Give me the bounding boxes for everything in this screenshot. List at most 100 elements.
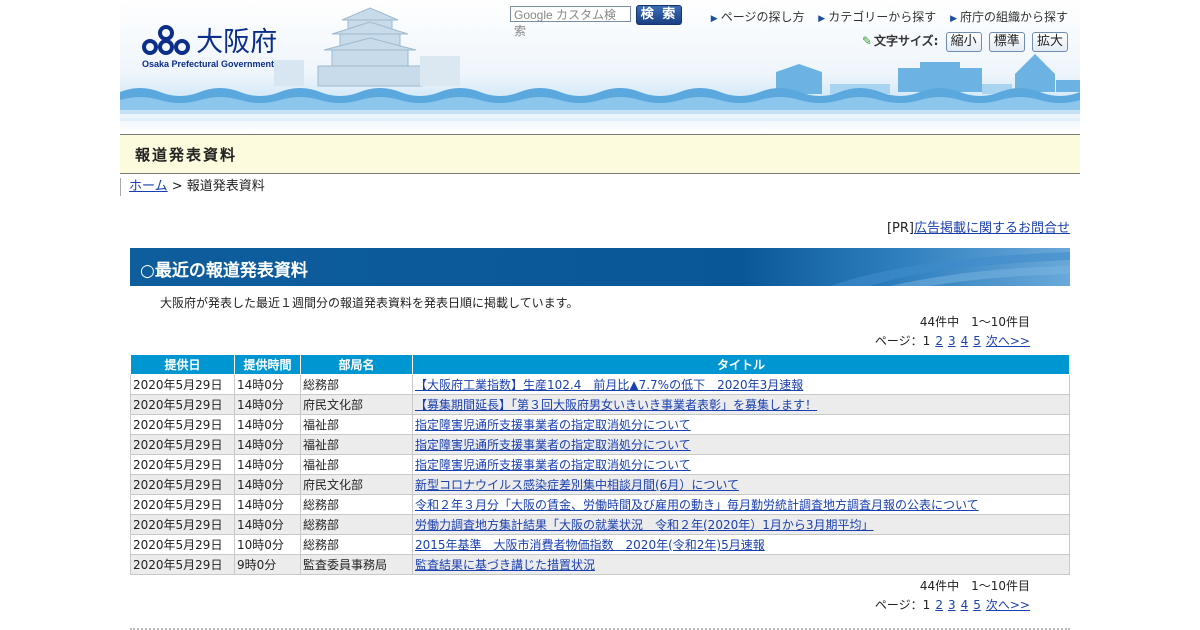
table-row: 2020年5月29日 14時0分 府民文化部 【募集期間延長】「第３回大阪府男女いきい… bbox=[130, 394, 1070, 415]
cell-time: 14時0分 bbox=[234, 414, 301, 435]
pager-next[interactable]: 次へ>> bbox=[986, 598, 1030, 612]
search-button[interactable]: 検 索 bbox=[636, 5, 682, 25]
pr-line: [PR]広告掲載に関するお問合せ bbox=[120, 217, 1080, 236]
section-description: 大阪府が発表した最近１週間分の報道発表資料を発表日順に掲載しています。 bbox=[160, 296, 579, 310]
pager-page-4[interactable]: 4 bbox=[961, 334, 969, 348]
breadcrumb-separator: > bbox=[167, 179, 187, 194]
font-size-standard-button[interactable]: 標準 bbox=[988, 32, 1025, 52]
cell-department: 総務部 bbox=[300, 494, 413, 515]
site-header: 大阪府 Osaka Prefectural Government Google … bbox=[120, 0, 1080, 134]
nav-organization[interactable]: ▶ 府庁の組織から探す bbox=[950, 10, 1068, 24]
cell-time: 14時0分 bbox=[234, 454, 301, 475]
release-title-link[interactable]: 新型コロナウイルス感染症差別集中相談月間(6月）について bbox=[415, 478, 739, 492]
column-header-title: タイトル bbox=[412, 354, 1070, 375]
table-row: 2020年5月29日 14時0分 福祉部 指定障害児通所支援事業者の指定取消処分につい… bbox=[130, 454, 1070, 475]
cell-date: 2020年5月29日 bbox=[130, 494, 235, 515]
cell-department: 福祉部 bbox=[300, 414, 413, 435]
cell-department: 府民文化部 bbox=[300, 394, 413, 415]
table-row: 2020年5月29日 10時0分 総務部 2015年基準 大阪市消費者物価指数 202… bbox=[130, 534, 1070, 555]
osaka-prefecture-emblem-icon bbox=[142, 24, 190, 55]
pager-page-2[interactable]: 2 bbox=[935, 598, 943, 612]
pager-label: ページ：1 bbox=[874, 334, 931, 348]
search-input[interactable]: Google カスタム検索 bbox=[510, 6, 631, 38]
ad-inquiry-link[interactable]: 広告掲載に関するお問合せ bbox=[914, 221, 1070, 236]
cell-department: 総務部 bbox=[300, 374, 413, 395]
cell-department: 府民文化部 bbox=[300, 474, 413, 495]
cell-date: 2020年5月29日 bbox=[130, 514, 235, 535]
release-title-link[interactable]: 指定障害児通所支援事業者の指定取消処分について bbox=[415, 418, 691, 432]
cell-date: 2020年5月29日 bbox=[130, 414, 235, 435]
nav-category[interactable]: ▶ カテゴリーから探す bbox=[818, 10, 936, 24]
leaf-icon: ✎ bbox=[861, 34, 872, 48]
font-size-smaller-button[interactable]: 縮小 bbox=[945, 32, 982, 52]
pager-page-4[interactable]: 4 bbox=[961, 598, 969, 612]
table-row: 2020年5月29日 14時0分 府民文化部 新型コロナウイルス感染症差別集中相談月間… bbox=[130, 474, 1070, 495]
font-size-control: ✎ 文字サイズ: 縮小 標準 拡大 bbox=[862, 32, 1068, 52]
font-size-label: 文字サイズ: bbox=[873, 34, 939, 48]
release-title-link[interactable]: 令和２年３月分「大阪の賃金、労働時間及び雇用の動き」毎月勤労統計調査地方調査月報… bbox=[415, 498, 979, 512]
pager-page-3[interactable]: 3 bbox=[948, 334, 956, 348]
breadcrumb: ホーム > 報道発表資料 bbox=[120, 178, 1080, 196]
cell-time: 9時0分 bbox=[234, 554, 301, 575]
section-header: ○最近の報道発表資料 bbox=[130, 248, 1070, 286]
cell-time: 14時0分 bbox=[234, 394, 301, 415]
pager-next[interactable]: 次へ>> bbox=[986, 334, 1030, 348]
cell-time: 14時0分 bbox=[234, 494, 301, 515]
cell-time: 14時0分 bbox=[234, 514, 301, 535]
page: 大阪府 Osaka Prefectural Government Google … bbox=[120, 0, 1080, 630]
result-count-bottom: 44件中 1～10件目 bbox=[919, 579, 1030, 593]
breadcrumb-current: 報道発表資料 bbox=[186, 179, 265, 194]
column-header-time: 提供時間 bbox=[234, 354, 301, 375]
cell-time: 14時0分 bbox=[234, 434, 301, 455]
font-size-larger-button[interactable]: 拡大 bbox=[1031, 32, 1068, 52]
cell-time: 10時0分 bbox=[234, 534, 301, 555]
section-title: ○最近の報道発表資料 bbox=[140, 261, 308, 281]
release-title-link[interactable]: 【大阪府工業指数】生産102.4 前月比▲7.7%の低下 2020年3月速報 bbox=[415, 378, 803, 392]
cell-time: 14時0分 bbox=[234, 374, 301, 395]
pager-top: ページ：1 2 3 4 5 次へ>> bbox=[120, 332, 1080, 351]
pager-page-2[interactable]: 2 bbox=[935, 334, 943, 348]
cell-time: 14時0分 bbox=[234, 474, 301, 495]
osaka-logo[interactable]: 大阪府 bbox=[142, 20, 277, 59]
nav-page-guide[interactable]: ▶ ページの探し方 bbox=[711, 10, 805, 24]
pr-prefix: [PR] bbox=[886, 221, 914, 236]
page-title: 報道発表資料 bbox=[135, 146, 238, 164]
cell-department: 福祉部 bbox=[300, 454, 413, 475]
release-title-link[interactable]: 指定障害児通所支援事業者の指定取消処分について bbox=[415, 438, 691, 452]
release-title-link[interactable]: 【募集期間延長】「第３回大阪府男女いきいき事業者表彰」を募集します！ bbox=[415, 398, 817, 412]
table-row: 2020年5月29日 9時0分 監査委員事務局 監査結果に基づき講じた措置状況 bbox=[130, 554, 1070, 575]
cell-department: 福祉部 bbox=[300, 434, 413, 455]
release-title-link[interactable]: 2015年基準 大阪市消費者物価指数 2020年(令和2年)5月速報 bbox=[415, 538, 765, 552]
arrow-right-icon: ▶ bbox=[710, 14, 718, 24]
breadcrumb-home-link[interactable]: ホーム bbox=[129, 179, 168, 194]
pager-label: ページ：1 bbox=[874, 598, 931, 612]
column-header-department: 部局名 bbox=[300, 354, 413, 375]
arrow-right-icon: ▶ bbox=[950, 14, 957, 24]
header-nav: ▶ ページの探し方 ▶ カテゴリーから探す ▶ 府庁の組織から探す bbox=[701, 8, 1068, 25]
cell-department: 総務部 bbox=[300, 514, 413, 535]
arrow-right-icon: ▶ bbox=[818, 14, 826, 24]
cell-department: 監査委員事務局 bbox=[300, 554, 413, 575]
result-count-top: 44件中 1～10件目 bbox=[919, 315, 1030, 329]
cell-date: 2020年5月29日 bbox=[130, 434, 235, 455]
release-title-link[interactable]: 労働力調査地方集計結果「大阪の就業状況 令和２年(2020年）1月から3月期平均… bbox=[415, 518, 874, 532]
pager-page-5[interactable]: 5 bbox=[973, 598, 981, 612]
column-header-date: 提供日 bbox=[130, 354, 235, 375]
press-release-table: 提供日 提供時間 部局名 タイトル 2020年5月29日 14時0分 総務部 【大阪府… bbox=[130, 354, 1070, 575]
release-title-link[interactable]: 監査結果に基づき講じた措置状況 bbox=[415, 558, 595, 572]
cell-date: 2020年5月29日 bbox=[130, 454, 235, 475]
cell-date: 2020年5月29日 bbox=[130, 394, 235, 415]
table-row: 2020年5月29日 14時0分 福祉部 指定障害児通所支援事業者の指定取消処分につい… bbox=[130, 414, 1070, 435]
logo-subtitle: Osaka Prefectural Government bbox=[142, 59, 275, 69]
table-row: 2020年5月29日 14時0分 総務部 労働力調査地方集計結果「大阪の就業状況 令和… bbox=[130, 514, 1070, 535]
pager-bottom: ページ：1 2 3 4 5 次へ>> bbox=[120, 596, 1080, 615]
cell-date: 2020年5月29日 bbox=[130, 374, 235, 395]
table-header-row: 提供日 提供時間 部局名 タイトル bbox=[130, 354, 1070, 375]
table-row: 2020年5月29日 14時0分 総務部 令和２年３月分「大阪の賃金、労働時間及び雇用… bbox=[130, 494, 1070, 515]
pager-page-5[interactable]: 5 bbox=[973, 334, 981, 348]
release-title-link[interactable]: 指定障害児通所支援事業者の指定取消処分について bbox=[415, 458, 691, 472]
cell-date: 2020年5月29日 bbox=[130, 534, 235, 555]
pager-page-3[interactable]: 3 bbox=[948, 598, 956, 612]
page-title-band: 報道発表資料 bbox=[120, 134, 1080, 174]
logo-text: 大阪府 bbox=[196, 27, 278, 58]
